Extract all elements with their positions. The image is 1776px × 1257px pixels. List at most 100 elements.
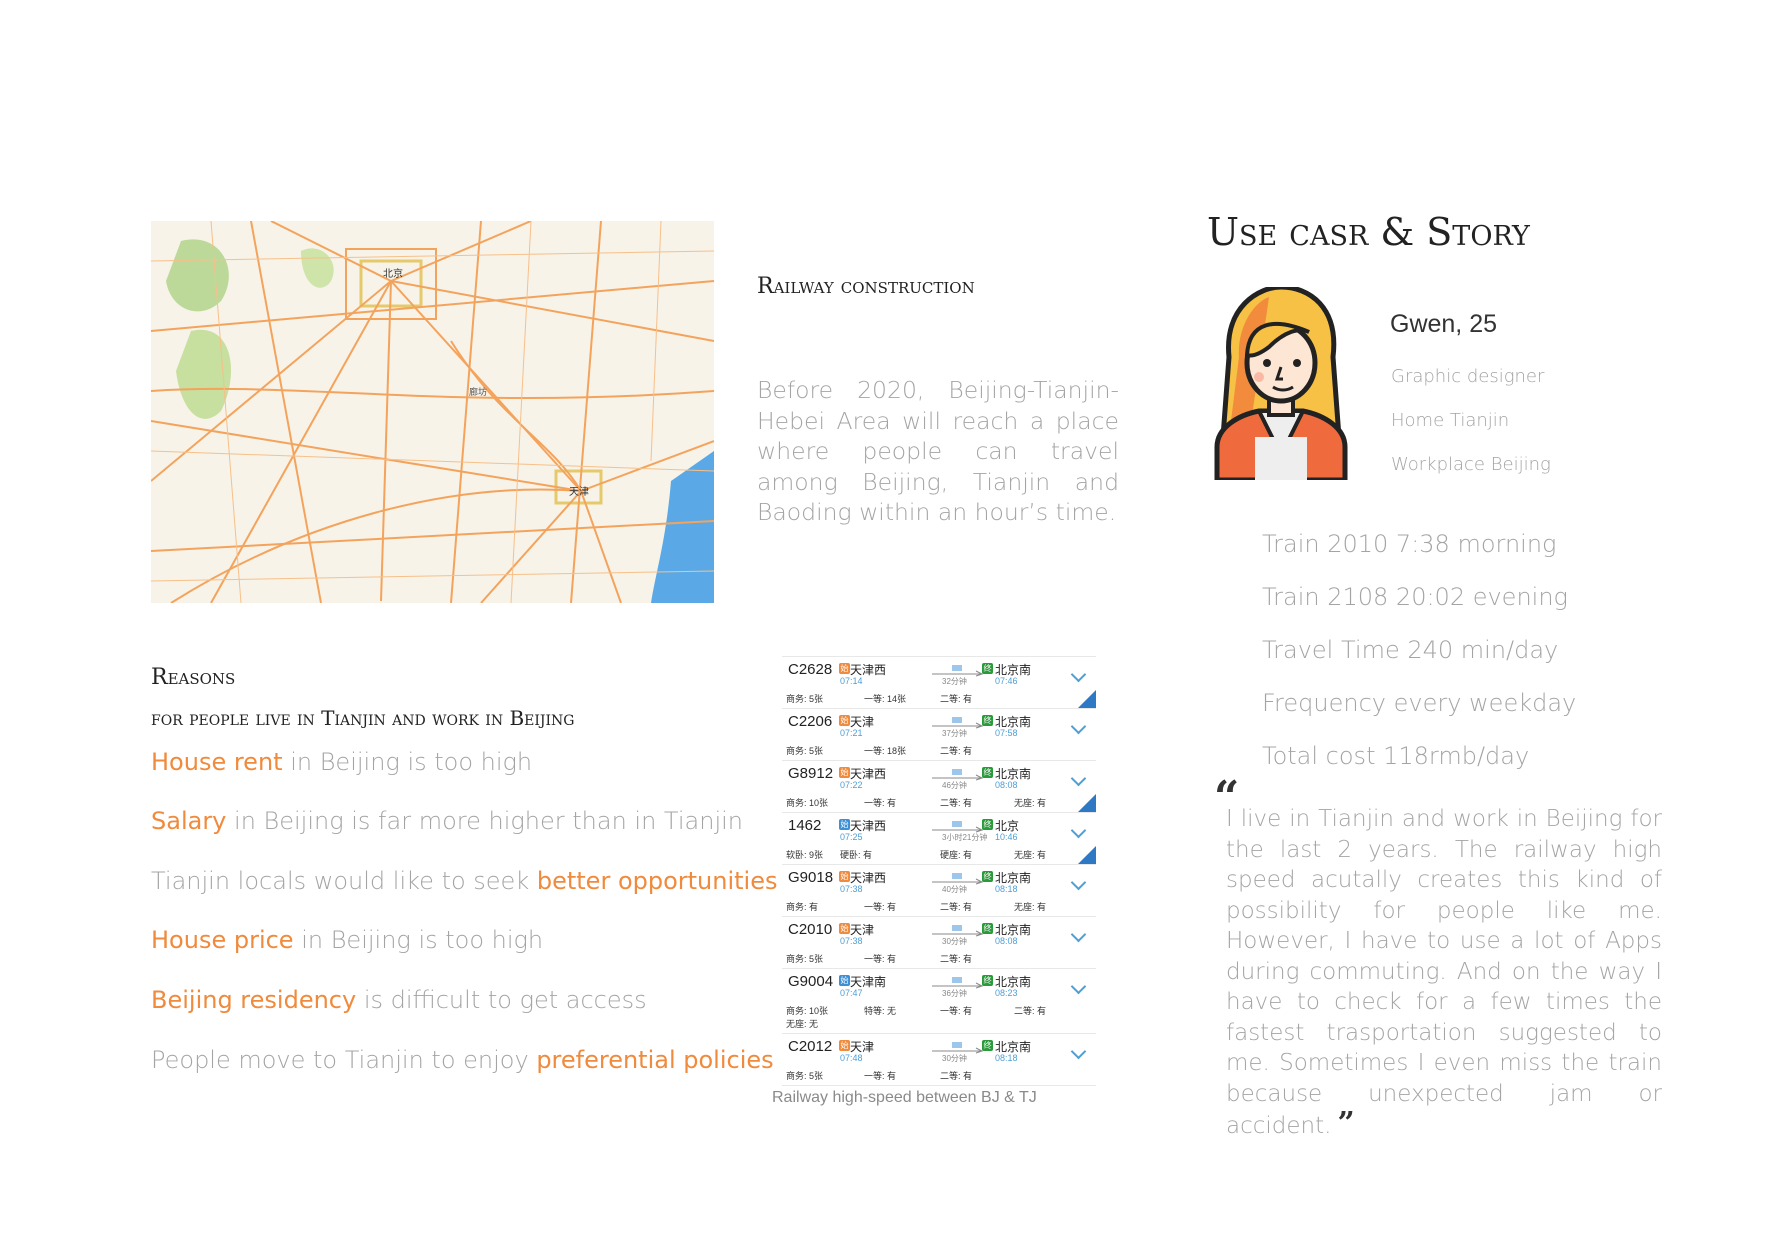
reason-item: Salary in Beijing is far more higher tha…	[151, 807, 743, 835]
chevron-down-icon[interactable]	[1070, 770, 1087, 787]
fact-item: Total cost 118rmb/day	[1262, 742, 1530, 770]
seat-info: 商务: 5张	[786, 1071, 824, 1081]
corner-tag	[1078, 794, 1096, 812]
map-label-tianjin: 天津	[569, 487, 589, 498]
seat-info: 商务: 10张	[786, 798, 829, 808]
duration: 37分钟	[942, 729, 967, 738]
train-row[interactable]: G9004 始天津南 07:47 36分钟终北京南 08:23 商务: 10张 特等: 无一…	[782, 969, 1096, 1034]
chevron-down-icon[interactable]	[1070, 718, 1087, 735]
arrive-station-icon: 终	[982, 663, 993, 674]
fact-item: Train 2108 20:02 evening	[1262, 583, 1568, 611]
train-number: G9018	[788, 869, 834, 886]
arrive-time: 07:58	[995, 728, 1018, 738]
seat-info: 无座: 有	[1014, 798, 1047, 808]
seat-info: 商务: 5张	[786, 954, 824, 964]
region-map: 北京 天津 廊坊	[151, 221, 714, 603]
seat-info: 一等: 18张	[864, 746, 907, 756]
seat-info: 商务: 5张	[786, 694, 824, 704]
duration: 30分钟	[942, 1054, 967, 1063]
corner-tag	[1078, 846, 1096, 864]
seat-info: 商务: 有	[786, 902, 819, 912]
train-row[interactable]: G9018 始天津西 07:38 40分钟终北京南 08:18 商务: 有一等: 有二等:…	[782, 865, 1096, 917]
depart-station-icon: 始	[839, 975, 850, 986]
chevron-down-icon[interactable]	[1070, 926, 1087, 943]
depart-time: 07:38	[840, 936, 863, 946]
chevron-down-icon[interactable]	[1070, 874, 1087, 891]
train-number: C2628	[788, 661, 833, 678]
chevron-down-icon[interactable]	[1070, 978, 1087, 995]
quote-text: I live in Tianjin and work in Beijing fo…	[1226, 806, 1662, 1139]
train-number: C2012	[788, 1038, 833, 1055]
seat-info: 一等: 有	[864, 798, 897, 808]
reason-text: is difficult to get access	[356, 986, 647, 1014]
seat-info: 二等: 有	[940, 746, 973, 756]
arrive-station-icon: 终	[982, 715, 993, 726]
depart-time: 07:14	[840, 676, 863, 686]
arrive-station-icon: 终	[982, 975, 993, 986]
story-title: Use casr & Story	[1207, 210, 1530, 254]
arrive-time: 08:23	[995, 988, 1018, 998]
map-label-beijing: 北京	[383, 269, 403, 280]
arrive-time: 08:08	[995, 936, 1018, 946]
reason-highlight: Salary	[151, 807, 227, 835]
persona-name: Gwen, 25	[1390, 310, 1498, 338]
railway-heading: Railway construction	[757, 274, 975, 299]
depart-station-icon: 始	[839, 1040, 850, 1051]
seat-info: 一等: 有	[864, 902, 897, 912]
avatar-woman-icon	[1214, 284, 1348, 483]
seat-info: 二等: 有	[940, 954, 973, 964]
reason-text: Tianjin locals would like to seek	[151, 867, 537, 895]
reason-item: House price in Beijing is too high	[151, 926, 543, 954]
seat-info: 一等: 14张	[864, 694, 907, 704]
seat-info: 硬卧: 有	[840, 850, 873, 860]
seat-info: 无座: 有	[1014, 850, 1047, 860]
depart-station-icon: 始	[839, 767, 850, 778]
seat-info: 商务: 5张	[786, 746, 824, 756]
seat-info: 软卧: 9张	[786, 850, 824, 860]
persona-work: Workplace Beijing	[1391, 454, 1551, 475]
avatar	[1209, 284, 1353, 483]
arrive-station-icon: 终	[982, 819, 993, 830]
persona-quote: I live in Tianjin and work in Beijing fo…	[1226, 804, 1662, 1142]
reasons-subtitle: for people live in Tianjin and work in B…	[151, 706, 575, 730]
schedule-caption: Railway high-speed between BJ & TJ	[772, 1089, 1037, 1106]
fact-item: Frequency every weekday	[1262, 689, 1577, 717]
train-number: 1462	[788, 817, 822, 834]
train-row[interactable]: 1462 始天津西 07:25 3小时21分钟终北京 10:46 软卧: 9张 硬卧: 有硬…	[782, 813, 1096, 865]
depart-time: 07:21	[840, 728, 863, 738]
train-row[interactable]: G8912 始天津西 07:22 46分钟终北京南 08:08 商务: 10张 一等: 有二…	[782, 761, 1096, 813]
fact-item: Travel Time 240 min/day	[1262, 636, 1559, 664]
train-row[interactable]: C2012 始天津 07:48 30分钟终北京南 08:18 商务: 5张 一等: 有二等:…	[782, 1034, 1096, 1086]
railway-body: Before 2020, Beijing-Tianjin-Hebei Area …	[757, 376, 1119, 526]
train-row[interactable]: C2206 始天津 07:21 37分钟终北京南 07:58 商务: 5张 一等: 18张二…	[782, 709, 1096, 761]
reason-highlight: House rent	[151, 748, 283, 776]
chevron-down-icon[interactable]	[1070, 666, 1087, 683]
reason-item: Beijing residency is difficult to get ac…	[151, 986, 647, 1014]
reason-text: in Beijing is far more higher than in Ti…	[226, 807, 743, 835]
reason-item: House rent in Beijing is too high	[151, 748, 532, 776]
seat-info: 无座: 无	[786, 1019, 819, 1029]
arrive-time: 08:18	[995, 884, 1018, 894]
duration: 40分钟	[942, 885, 967, 894]
reason-highlight: House price	[151, 926, 294, 954]
arrive-time: 08:08	[995, 780, 1018, 790]
depart-station-icon: 始	[839, 819, 850, 830]
chevron-down-icon[interactable]	[1070, 1043, 1087, 1060]
arrive-time: 07:46	[995, 676, 1018, 686]
train-row[interactable]: C2628 始天津西 07:14 32分钟终北京南 07:46 商务: 5张 一等: 14张…	[782, 657, 1096, 709]
map-svg	[151, 221, 714, 603]
reason-item: Tianjin locals would like to seek better…	[151, 867, 778, 895]
reason-highlight: better opportunities	[536, 867, 778, 895]
duration: 32分钟	[942, 677, 967, 686]
fact-item: Train 2010 7:38 morning	[1262, 530, 1557, 558]
train-number: C2010	[788, 921, 833, 938]
seat-info: 无座: 有	[1014, 902, 1047, 912]
depart-station-icon: 始	[839, 715, 850, 726]
duration: 36分钟	[942, 989, 967, 998]
train-row[interactable]: C2010 始天津 07:38 30分钟终北京南 08:08 商务: 5张 一等: 有二等:…	[782, 917, 1096, 969]
arrive-station-icon: 终	[982, 767, 993, 778]
depart-time: 07:48	[840, 1053, 863, 1063]
depart-station-icon: 始	[839, 871, 850, 882]
train-number: C2206	[788, 713, 833, 730]
chevron-down-icon[interactable]	[1070, 822, 1087, 839]
